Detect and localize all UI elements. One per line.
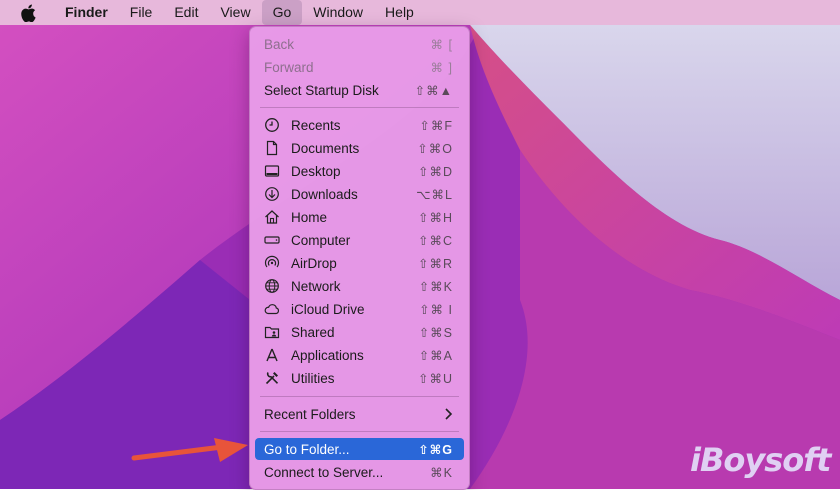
apple-logo-icon[interactable] — [20, 3, 40, 23]
menu-item-label: Go to Folder... — [264, 441, 350, 457]
menubar-edit[interactable]: Edit — [163, 0, 209, 25]
chevron-right-icon — [445, 408, 453, 420]
desktop-icon — [264, 165, 280, 177]
watermark-logo: iBoysoft — [690, 441, 831, 479]
menu-item-shortcut: ⇧⌘R — [417, 256, 453, 271]
pointer-arrow-icon — [131, 438, 248, 462]
document-icon — [266, 140, 278, 156]
computer-icon — [264, 236, 280, 244]
menu-item-home[interactable]: Home ⇧⌘H — [250, 206, 469, 228]
menu-item-label: Documents — [291, 140, 360, 156]
menu-item-label: Home — [291, 209, 328, 225]
menu-item-label: Shared — [291, 324, 335, 340]
menubar-app-finder[interactable]: Finder — [54, 0, 119, 25]
menu-item-label: Connect to Server... — [264, 464, 384, 480]
menu-item-icloud-drive[interactable]: iCloud Drive ⇧⌘ I — [250, 298, 469, 320]
menu-item-label: iCloud Drive — [291, 301, 365, 317]
menu-item-shortcut: ⇧⌘F — [419, 118, 453, 133]
menubar-view[interactable]: View — [209, 0, 261, 25]
home-icon — [265, 210, 279, 224]
menu-item-label: Utilities — [291, 370, 335, 386]
menu-item-desktop[interactable]: Desktop ⇧⌘D — [250, 160, 469, 182]
clock-icon — [265, 118, 279, 132]
menu-item-select-startup-disk[interactable]: Select Startup Disk ⇧⌘▲ — [250, 79, 469, 101]
menu-item-shortcut: ⇧⌘▲ — [414, 83, 453, 98]
menu-item-utilities[interactable]: Utilities ⇧⌘U — [250, 367, 469, 389]
menu-item-shortcut: ⇧⌘A — [418, 348, 453, 363]
menu-item-label: Downloads — [291, 186, 358, 202]
menu-item-shortcut: ⇧⌘O — [417, 141, 453, 156]
menubar-go[interactable]: Go — [261, 0, 303, 25]
menu-item-shortcut: ⌘ ] — [430, 60, 453, 75]
menu-item-go-to-folder[interactable]: Go to Folder... ⇧⌘G — [255, 438, 464, 460]
menu-item-back[interactable]: Back ⌘ [ — [250, 33, 469, 55]
menu-item-label: Network — [291, 278, 341, 294]
menu-item-shortcut: ⇧⌘S — [418, 325, 453, 340]
menu-separator — [260, 396, 459, 397]
menu-item-label: Recent Folders — [264, 406, 356, 422]
menu-item-label: AirDrop — [291, 255, 337, 271]
menu-separator — [260, 107, 459, 108]
menu-item-recents[interactable]: Recents ⇧⌘F — [250, 114, 469, 136]
menubar-window[interactable]: Window — [302, 0, 374, 25]
menu-item-shortcut: ⌘K — [430, 465, 453, 480]
menu-separator — [260, 431, 459, 432]
menu-item-label: Applications — [291, 347, 364, 363]
download-icon — [265, 187, 279, 201]
menu-item-shortcut: ⇧⌘H — [417, 210, 453, 225]
menu-item-shortcut: ⌘ [ — [430, 37, 453, 52]
menu-item-documents[interactable]: Documents ⇧⌘O — [250, 137, 469, 159]
menubar-help[interactable]: Help — [374, 0, 425, 25]
menu-item-connect-to-server[interactable]: Connect to Server... ⌘K — [250, 461, 469, 483]
menu-item-airdrop[interactable]: AirDrop ⇧⌘R — [250, 252, 469, 274]
menu-item-network[interactable]: Network ⇧⌘K — [250, 275, 469, 297]
shared-folder-icon — [264, 326, 280, 339]
menu-item-shortcut: ⇧⌘ I — [419, 302, 453, 317]
cloud-icon — [264, 304, 280, 315]
menu-item-label: Forward — [264, 59, 314, 75]
menubar-file[interactable]: File — [119, 0, 164, 25]
go-menu: Back ⌘ [ Forward ⌘ ] Select Startup Disk… — [249, 26, 470, 490]
menu-item-applications[interactable]: Applications ⇧⌘A — [250, 344, 469, 366]
menu-item-label: Select Startup Disk — [264, 82, 379, 98]
menu-item-shortcut: ⇧⌘D — [417, 164, 453, 179]
menu-item-shared[interactable]: Shared ⇧⌘S — [250, 321, 469, 343]
menu-item-label: Desktop — [291, 163, 341, 179]
menu-item-shortcut: ⇧⌘K — [418, 279, 453, 294]
menu-item-shortcut: ⇧⌘G — [418, 442, 453, 457]
menu-item-recent-folders[interactable]: Recent Folders — [250, 403, 469, 425]
menu-item-shortcut: ⌥⌘L — [416, 187, 453, 202]
menu-item-label: Computer — [291, 232, 351, 248]
menu-item-computer[interactable]: Computer ⇧⌘C — [250, 229, 469, 251]
utilities-icon — [265, 372, 279, 385]
applications-icon — [266, 348, 278, 362]
globe-icon — [265, 279, 279, 293]
menu-item-label: Back — [264, 36, 295, 52]
menu-item-label: Recents — [291, 117, 341, 133]
menu-item-downloads[interactable]: Downloads ⌥⌘L — [250, 183, 469, 205]
menu-item-forward[interactable]: Forward ⌘ ] — [250, 56, 469, 78]
menu-item-shortcut: ⇧⌘U — [417, 371, 453, 386]
menu-item-shortcut: ⇧⌘C — [417, 233, 453, 248]
airdrop-icon — [264, 255, 280, 268]
menu-bar: Finder File Edit View Go Window Help — [0, 0, 840, 25]
